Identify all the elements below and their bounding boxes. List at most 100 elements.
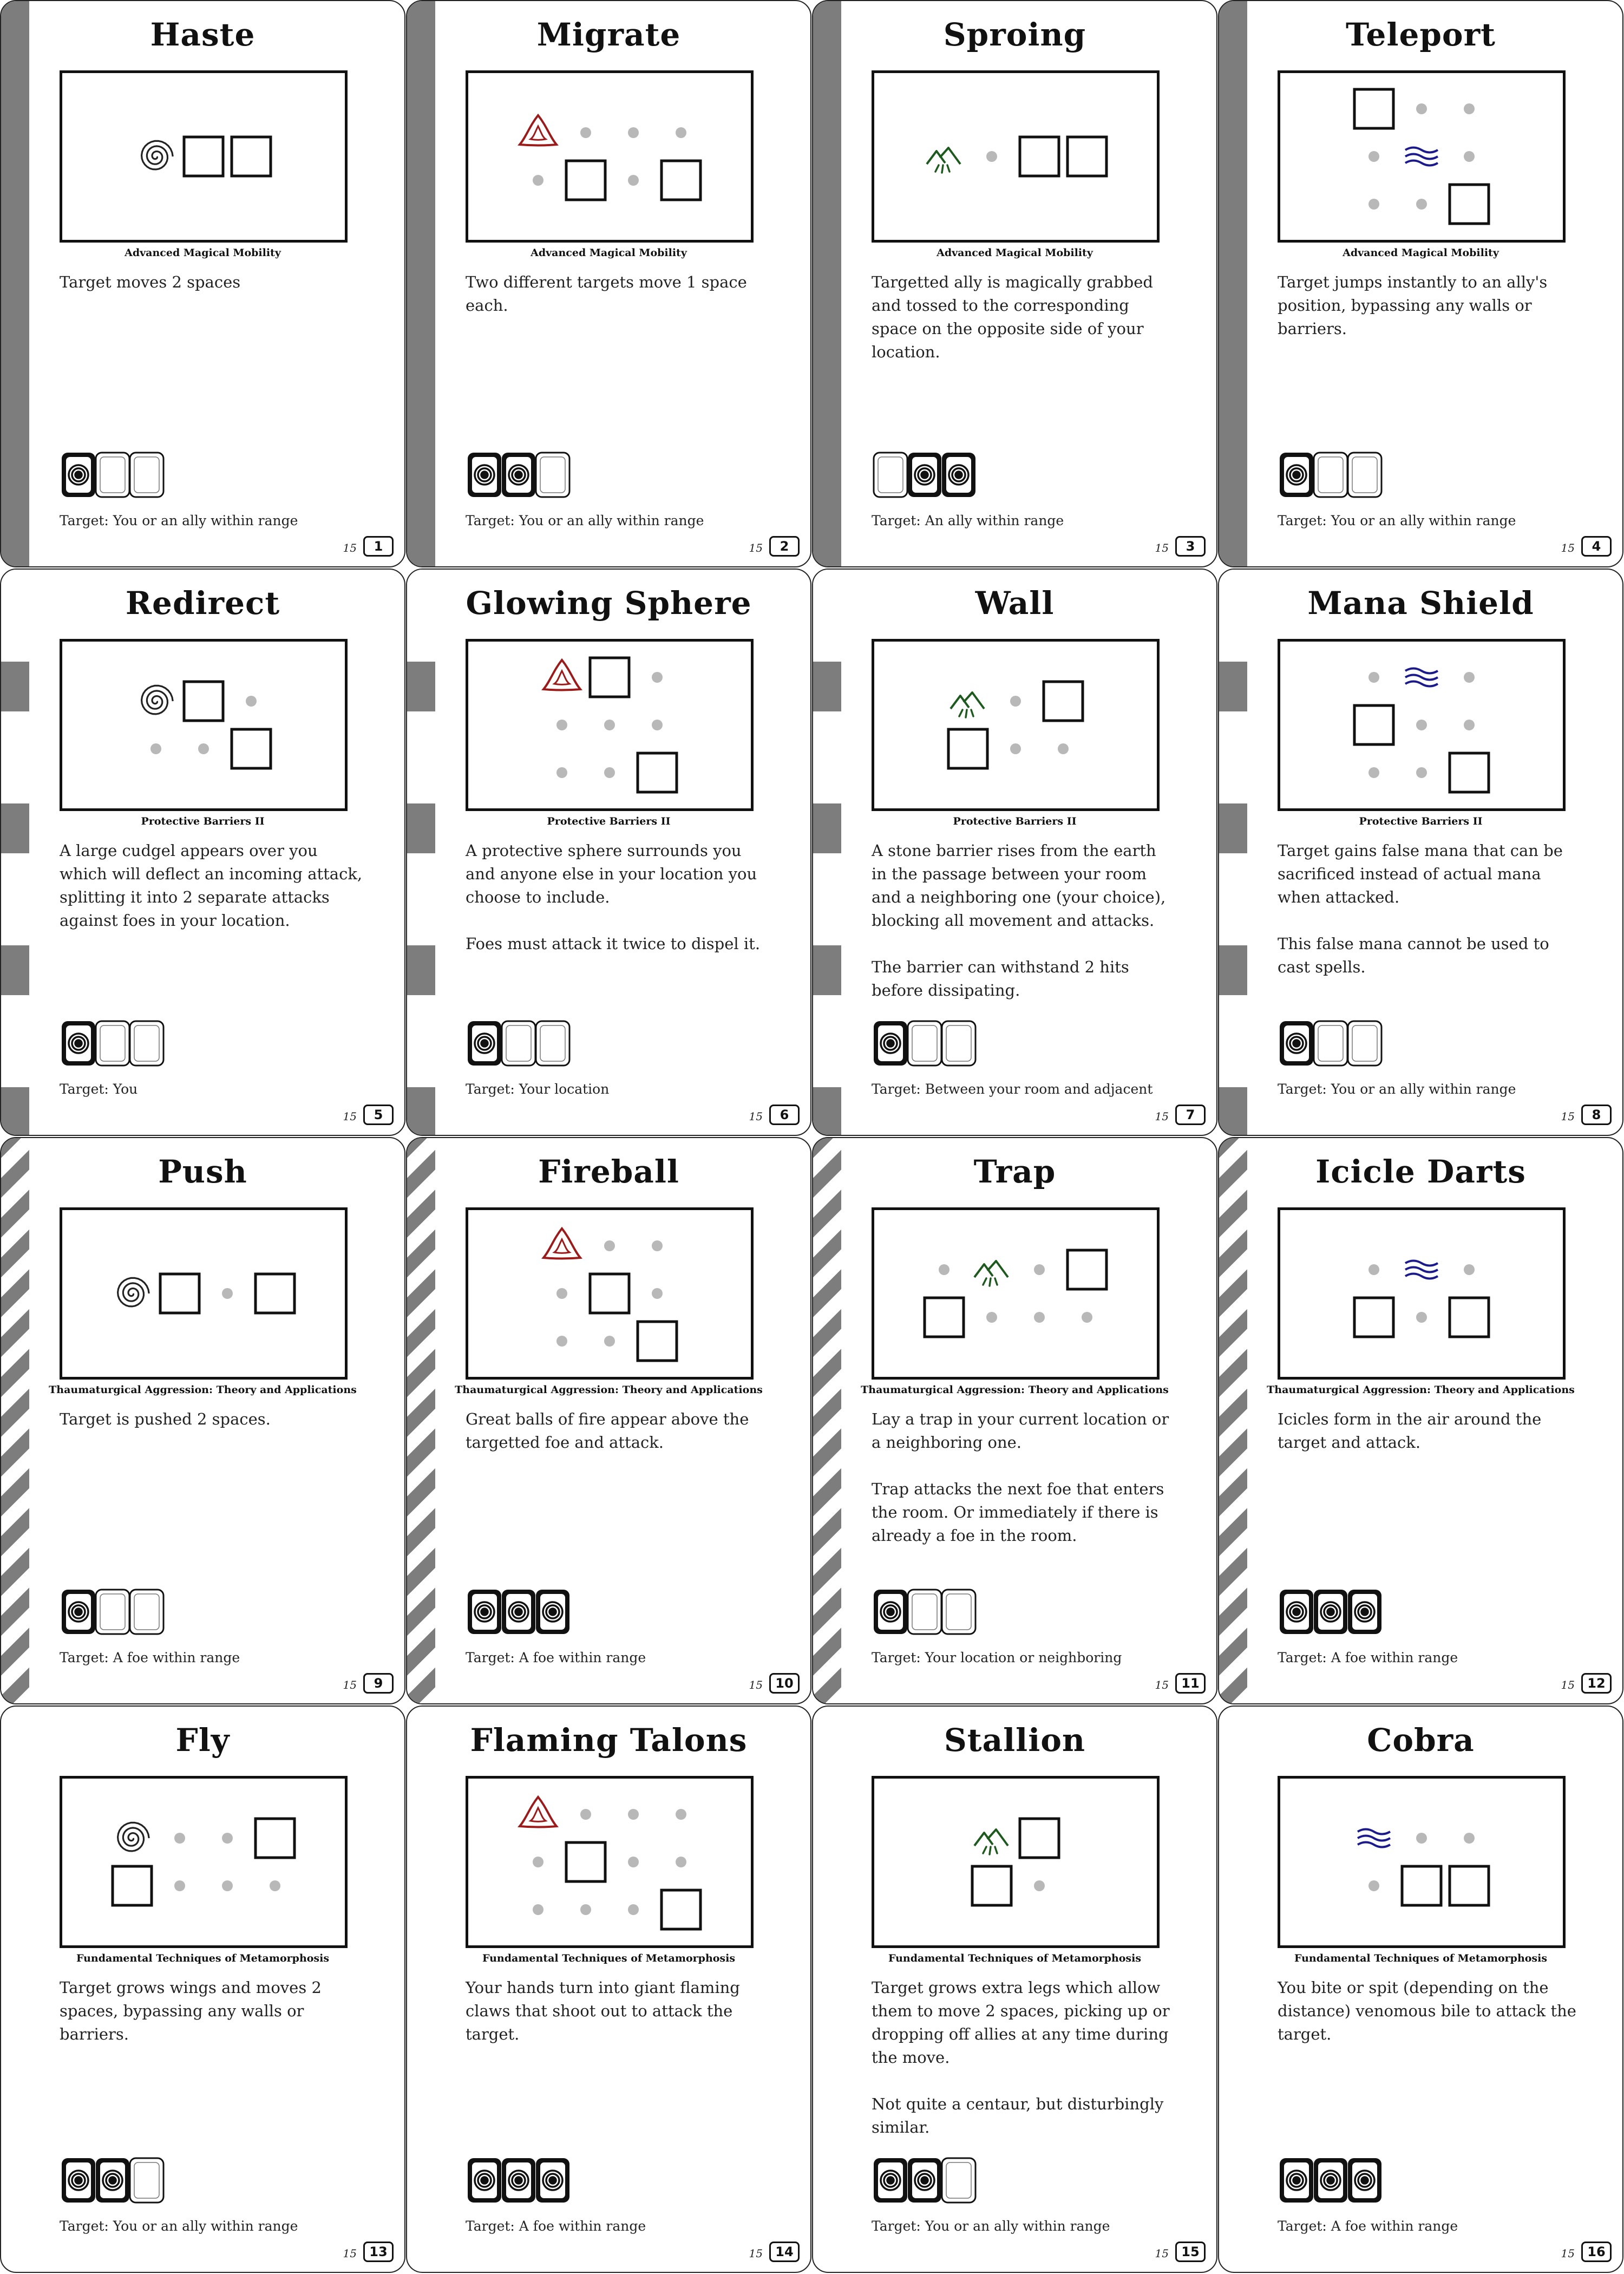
mana-cost: 15: [749, 1110, 763, 1123]
space-dot: [1464, 720, 1475, 730]
target-text: Target: You or an ally within range: [466, 513, 704, 528]
space-dot: [580, 1904, 591, 1915]
mana-slot-empty: [501, 1020, 536, 1067]
space-dot: [1464, 1264, 1475, 1275]
target-text: Target: You or an ally within range: [1278, 513, 1516, 528]
space-square: [254, 1817, 296, 1859]
mana-slot-filled: [1280, 1590, 1313, 1634]
description-paragraph: Targetted ally is magically grabbed and …: [872, 273, 1153, 361]
card-description: You bite or spit (depending on the dista…: [1278, 1976, 1581, 2046]
spell-card[interactable]: Teleport Advanced Magical Mobility Target …: [1218, 0, 1623, 567]
water-icon: [1357, 1828, 1391, 1848]
spell-card[interactable]: Migrate Advanced Magical Mobility Two diff…: [406, 0, 811, 567]
space-dot: [604, 720, 615, 730]
mana-slots: [466, 1587, 585, 1636]
card-number-badge: 12: [1581, 1673, 1612, 1694]
target-text: Target: You or an ally within range: [60, 2218, 298, 2234]
mana-slot-filled: [62, 1590, 95, 1634]
card-number-badge: 10: [769, 1673, 800, 1694]
space-dot: [604, 767, 615, 778]
mana-slot-empty: [129, 2157, 165, 2204]
space-dot: [533, 1857, 543, 1867]
card-number-badge: 15: [1175, 2242, 1206, 2262]
spell-card[interactable]: Fly Fundamental Techniques of Metamorphos…: [0, 1706, 405, 2273]
card-description: Target moves 2 spaces: [60, 271, 363, 294]
description-paragraph: You bite or spit (depending on the dista…: [1278, 1978, 1576, 2043]
spell-card[interactable]: Redirect Protective Barriers II A large cu…: [0, 568, 405, 1136]
spell-card[interactable]: Fireball Thaumaturgical Aggression: Theor…: [406, 1137, 811, 1704]
spell-card[interactable]: Mana Shield Protective Barriers II Target …: [1218, 568, 1623, 1136]
space-dot: [222, 1833, 233, 1844]
spell-card[interactable]: Flaming Talons Fundamental Techniques of …: [406, 1706, 811, 2273]
mana-cost: 15: [1155, 1678, 1169, 1691]
space-square: [971, 1865, 1013, 1907]
mana-slot-filled: [468, 453, 501, 497]
description-paragraph: A protective sphere surrounds you and an…: [466, 841, 757, 906]
course-name: Advanced Magical Mobility: [531, 247, 687, 259]
space-square: [1018, 1817, 1060, 1859]
spell-card[interactable]: Haste Advanced Magical Mobility Target mov…: [0, 0, 405, 567]
card-title: Stallion: [944, 1722, 1086, 1759]
space-dot: [1058, 743, 1069, 754]
space-square: [1448, 1296, 1490, 1338]
space-dot: [676, 1857, 686, 1867]
space-dot: [580, 127, 591, 138]
spell-card[interactable]: Stallion Fundamental Techniques of Metamo…: [812, 1706, 1217, 2273]
mana-slot-filled: [908, 2158, 941, 2203]
mana-slot-empty: [535, 452, 571, 498]
mana-cost: 15: [1155, 2247, 1169, 2260]
space-square: [660, 1889, 702, 1931]
mana-slot-filled: [468, 2158, 501, 2203]
space-dot: [1082, 1312, 1092, 1323]
space-dot: [652, 1240, 663, 1251]
spell-card[interactable]: Wall Protective Barriers II A stone barrie…: [812, 568, 1217, 1136]
description-paragraph: Great balls of fire appear above the tar…: [466, 1410, 749, 1452]
water-icon: [1404, 146, 1439, 167]
target-text: Target: A foe within range: [466, 2218, 646, 2234]
description-paragraph: Target grows extra legs which allow them…: [872, 1978, 1170, 2067]
description-paragraph: This false mana cannot be used to cast s…: [1278, 935, 1549, 976]
space-square: [588, 1272, 631, 1315]
space-square: [230, 728, 272, 770]
spell-card[interactable]: Icicle Darts Thaumaturgical Aggression: T…: [1218, 1137, 1623, 1704]
card-title: Fireball: [538, 1153, 679, 1190]
card-description: A protective sphere surrounds you and an…: [466, 839, 769, 956]
space-dot: [270, 1880, 280, 1891]
card-title: Mana Shield: [1307, 585, 1534, 622]
mana-slot-empty: [941, 2157, 977, 2204]
card-edge-stripe: [813, 1, 841, 566]
triquetra-icon: [517, 113, 559, 147]
card-edge-stripe: [1, 1, 29, 566]
movement-diagram: [1278, 1207, 1566, 1380]
spiral-icon: [116, 1821, 150, 1852]
mana-slot-empty: [1313, 452, 1348, 498]
spell-card[interactable]: Sproing Advanced Magical Mobility Targette…: [812, 0, 1217, 567]
space-square: [230, 135, 272, 178]
movement-diagram: [60, 639, 348, 811]
card-title: Haste: [150, 16, 256, 53]
spell-card[interactable]: Push Thaumaturgical Aggression: Theory an…: [0, 1137, 405, 1704]
card-description: Lay a trap in your current location or a…: [872, 1408, 1175, 1547]
space-dot: [1368, 672, 1379, 683]
space-dot: [652, 672, 663, 683]
card-title: Sproing: [943, 16, 1086, 53]
movement-diagram: [872, 70, 1160, 243]
description-paragraph: A stone barrier rises from the earth in …: [872, 841, 1166, 930]
mana-slots: [466, 450, 585, 499]
card-sheet: Haste Advanced Magical Mobility Target mov…: [0, 0, 1624, 2274]
spell-card[interactable]: Glowing Sphere Protective Barriers II A pr…: [406, 568, 811, 1136]
mana-cost: 15: [1561, 541, 1575, 554]
description-paragraph: Target jumps instantly to an ally's posi…: [1278, 273, 1548, 338]
mana-cost: 15: [1561, 2247, 1575, 2260]
water-icon: [1404, 1259, 1439, 1280]
card-edge-stripe: [1, 570, 29, 1135]
course-name: Thaumaturgical Aggression: Theory and Ap…: [49, 1384, 357, 1396]
description-paragraph: Not quite a centaur, but disturbingly si…: [872, 2095, 1164, 2136]
spell-card[interactable]: Trap Thaumaturgical Aggression: Theory an…: [812, 1137, 1217, 1704]
spiral-icon: [140, 140, 174, 171]
card-title: Redirect: [125, 585, 280, 622]
course-name: Protective Barriers II: [1359, 815, 1483, 827]
target-text: Target: Your location or neighboring: [872, 1650, 1122, 1665]
mana-slot-filled: [502, 2158, 535, 2203]
spell-card[interactable]: Cobra Fundamental Techniques of Metamorph…: [1218, 1706, 1623, 2273]
